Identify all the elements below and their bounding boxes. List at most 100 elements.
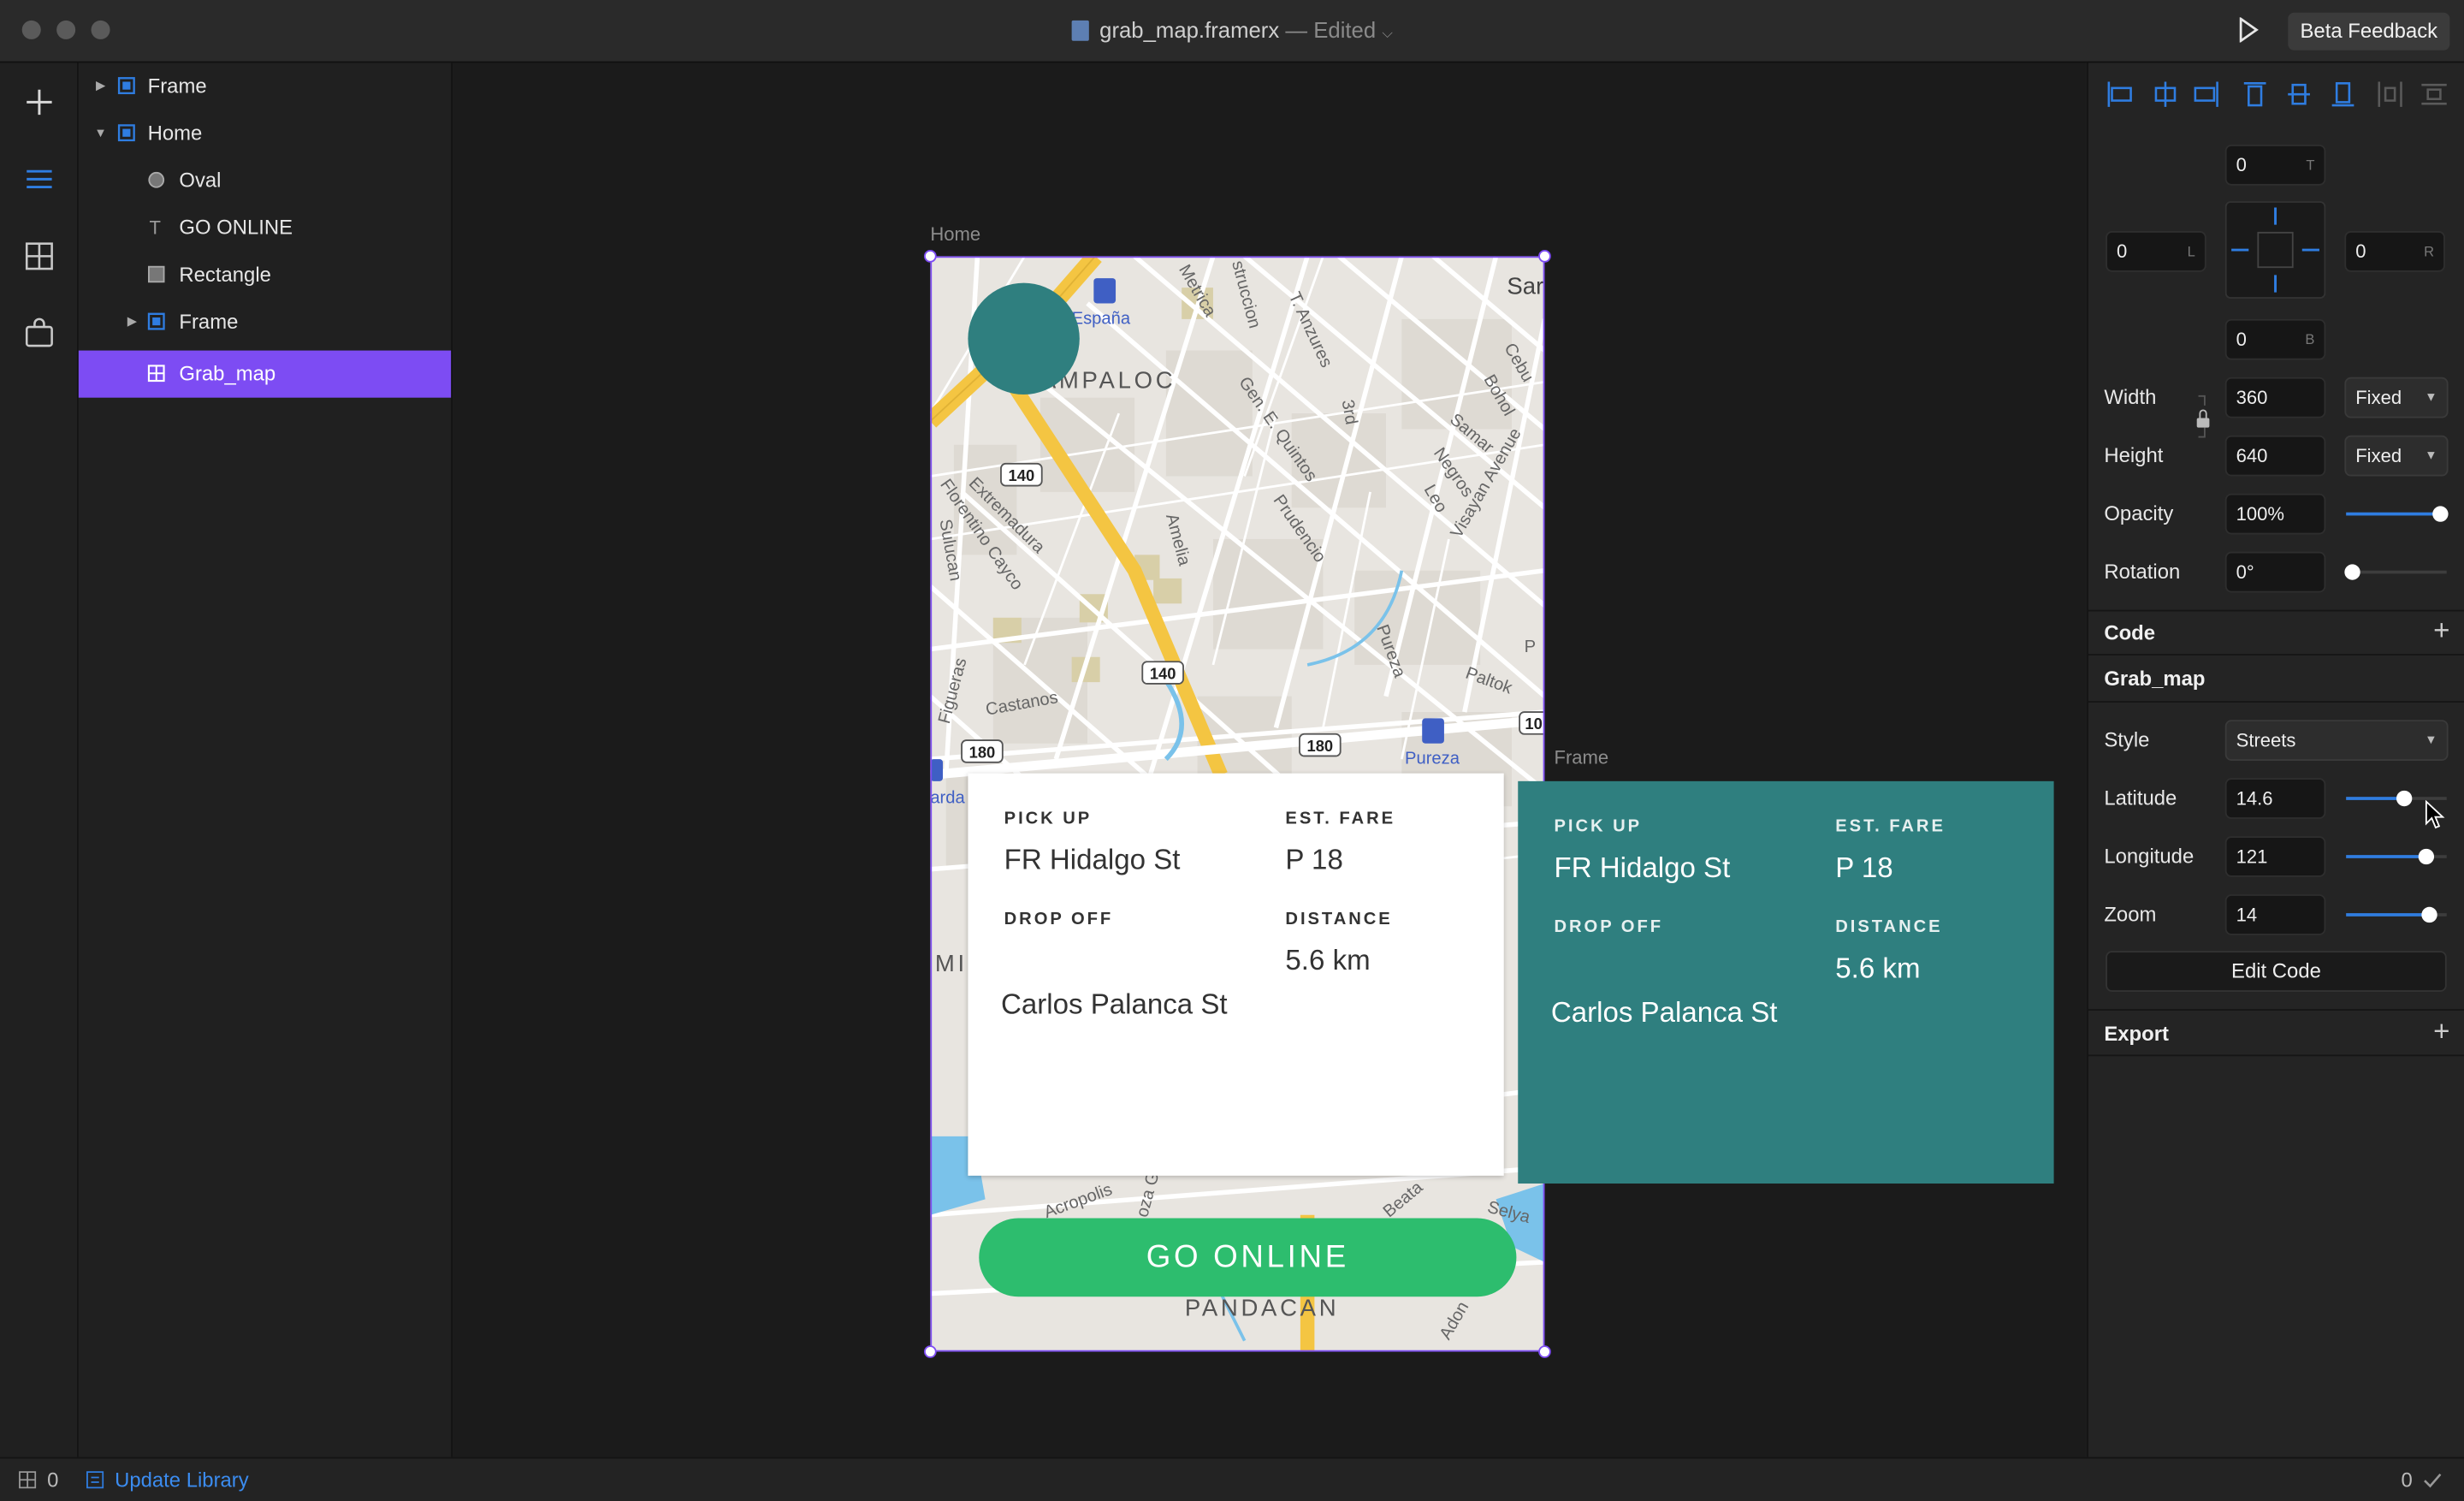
chevron-down-icon: ▼ [2425,732,2437,747]
pin-bottom-value: 0 [2236,328,2247,351]
divider [2088,1054,2464,1057]
zoom-input[interactable]: 14 [2224,894,2326,935]
components-grid-icon[interactable] [22,239,56,273]
component-name: Grab_map [2104,666,2206,691]
dropoff-label: DROP OFF [1554,917,1664,937]
home-frame[interactable]: 140 140 180 180 10 España AMPALOC Sar Me… [930,256,1545,1352]
divider [2088,1009,2464,1011]
window-title[interactable]: grab_map.framerx — Edited ⌵ [0,17,2464,43]
distribute-horizontal-icon[interactable] [2378,81,2402,107]
layers-panel: ▶ Frame ▼ Home Oval T GO ONLINE Rectangl… [78,62,453,1457]
slider-knob[interactable] [2432,506,2449,522]
resize-handle[interactable] [1538,1345,1551,1358]
checkmark-icon [2424,1473,2442,1488]
rotation-input[interactable]: 0° [2224,551,2326,593]
component-icon [147,365,165,383]
latitude-label: Latitude [2104,786,2177,810]
layer-frame-nested[interactable]: ▶ Frame [79,299,451,346]
update-library-link[interactable]: Update Library [115,1468,249,1492]
rotation-slider[interactable] [2344,564,2447,580]
slider-fill [2346,797,2405,800]
layer-label: Frame [147,74,207,98]
height-label: Height [2104,442,2164,467]
home-frame-label[interactable]: Home [930,223,980,246]
caret-right-icon[interactable]: ▶ [127,299,137,346]
width-mode-select[interactable]: Fixed ▼ [2344,377,2449,418]
lock-aspect-icon[interactable] [2195,393,2211,440]
layer-rectangle[interactable]: Rectangle [79,252,451,299]
fare-label: EST. FARE [1835,817,1946,837]
pin-right-input[interactable]: 0R [2344,230,2445,272]
pin-left-input[interactable]: 0L [2106,230,2206,272]
opacity-label: Opacity [2104,501,2174,525]
design-canvas[interactable]: Home Frame 140 140 180 180 10 España AMP… [452,62,2086,1457]
opacity-slider[interactable] [2346,506,2449,522]
align-bottom-icon[interactable] [2331,82,2354,107]
layer-go-online-text[interactable]: T GO ONLINE [79,205,451,252]
layer-label: Frame [179,309,239,334]
align-center-horizontal-icon[interactable] [2154,81,2177,107]
style-value: Streets [2236,729,2296,751]
opacity-input[interactable]: 100% [2224,493,2326,535]
height-input[interactable]: 640 [2224,435,2326,477]
tool-rail [0,62,79,1457]
add-code-plus-icon[interactable]: + [2433,614,2449,648]
longitude-input[interactable]: 121 [2224,836,2326,877]
pin-left-value: 0 [2117,240,2128,263]
properties-panel: 0T 0L 0R 0B Width 360 Fixed ▼ Height 640 … [2087,62,2464,1457]
divider [2088,609,2464,612]
width-label: Width [2104,384,2157,409]
beta-feedback-button[interactable]: Beta Feedback [2288,12,2450,50]
teal-frame[interactable]: PICK UP FR Hidalgo St EST. FARE P 18 DRO… [1518,780,2054,1184]
pin-top-suffix: T [2306,157,2315,174]
align-right-icon[interactable] [2194,81,2218,107]
resize-handle[interactable] [1538,250,1551,263]
pin-constraints-widget[interactable] [2224,201,2326,299]
pin-left-suffix: L [2187,243,2195,260]
zoom-slider[interactable] [2346,906,2447,923]
grid-icon[interactable] [19,1471,37,1489]
caret-right-icon[interactable]: ▶ [96,62,105,110]
layer-label: Oval [179,168,222,193]
distance-label: DISTANCE [1835,917,1943,937]
pin-bottom-suffix: B [2305,331,2315,347]
export-section-label: Export [2104,1021,2169,1046]
longitude-slider[interactable] [2346,848,2447,865]
style-select[interactable]: Streets ▼ [2224,720,2449,761]
align-center-vertical-icon[interactable] [2288,83,2310,105]
layer-home[interactable]: ▼ Home [79,110,451,157]
resize-handle[interactable] [923,1345,937,1358]
slider-knob[interactable] [2396,790,2413,807]
plus-icon[interactable] [22,85,56,119]
rotation-label: Rotation [2104,559,2181,584]
longitude-label: Longitude [2104,844,2194,868]
align-top-icon[interactable] [2243,82,2266,107]
edit-code-button[interactable]: Edit Code [2106,951,2447,992]
layer-grab-map[interactable]: Grab_map [78,350,452,398]
alignment-toolbar [2107,81,2447,107]
slider-knob[interactable] [2419,848,2435,865]
width-input[interactable]: 360 [2224,377,2326,418]
add-export-plus-icon[interactable]: + [2433,1016,2449,1049]
align-left-icon[interactable] [2107,81,2132,107]
edited-status: — Edited [1285,17,1377,43]
distribute-vertical-icon[interactable] [2421,83,2447,105]
height-mode-select[interactable]: Fixed ▼ [2344,435,2449,477]
chevron-down-icon: ⌵ [1382,25,1393,41]
latitude-input[interactable]: 14.6 [2224,778,2326,819]
pin-bottom-input[interactable]: 0B [2224,318,2326,360]
layers-menu-icon[interactable] [22,162,56,196]
dropoff-value: Carlos Palanca St [1550,996,1778,1029]
pin-top-input[interactable]: 0T [2224,144,2326,186]
slider-knob[interactable] [2344,564,2360,580]
frame-label[interactable]: Frame [1554,746,1608,768]
layer-frame[interactable]: ▶ Frame [79,62,451,110]
fare-value: P 18 [1835,851,1893,884]
caret-down-icon[interactable]: ▼ [94,110,107,157]
resize-handle[interactable] [923,250,937,263]
play-preview-icon[interactable] [2237,17,2260,43]
store-bag-icon[interactable] [22,316,56,350]
layer-oval[interactable]: Oval [79,157,451,205]
width-mode-value: Fixed [2355,386,2402,409]
slider-knob[interactable] [2421,906,2437,923]
